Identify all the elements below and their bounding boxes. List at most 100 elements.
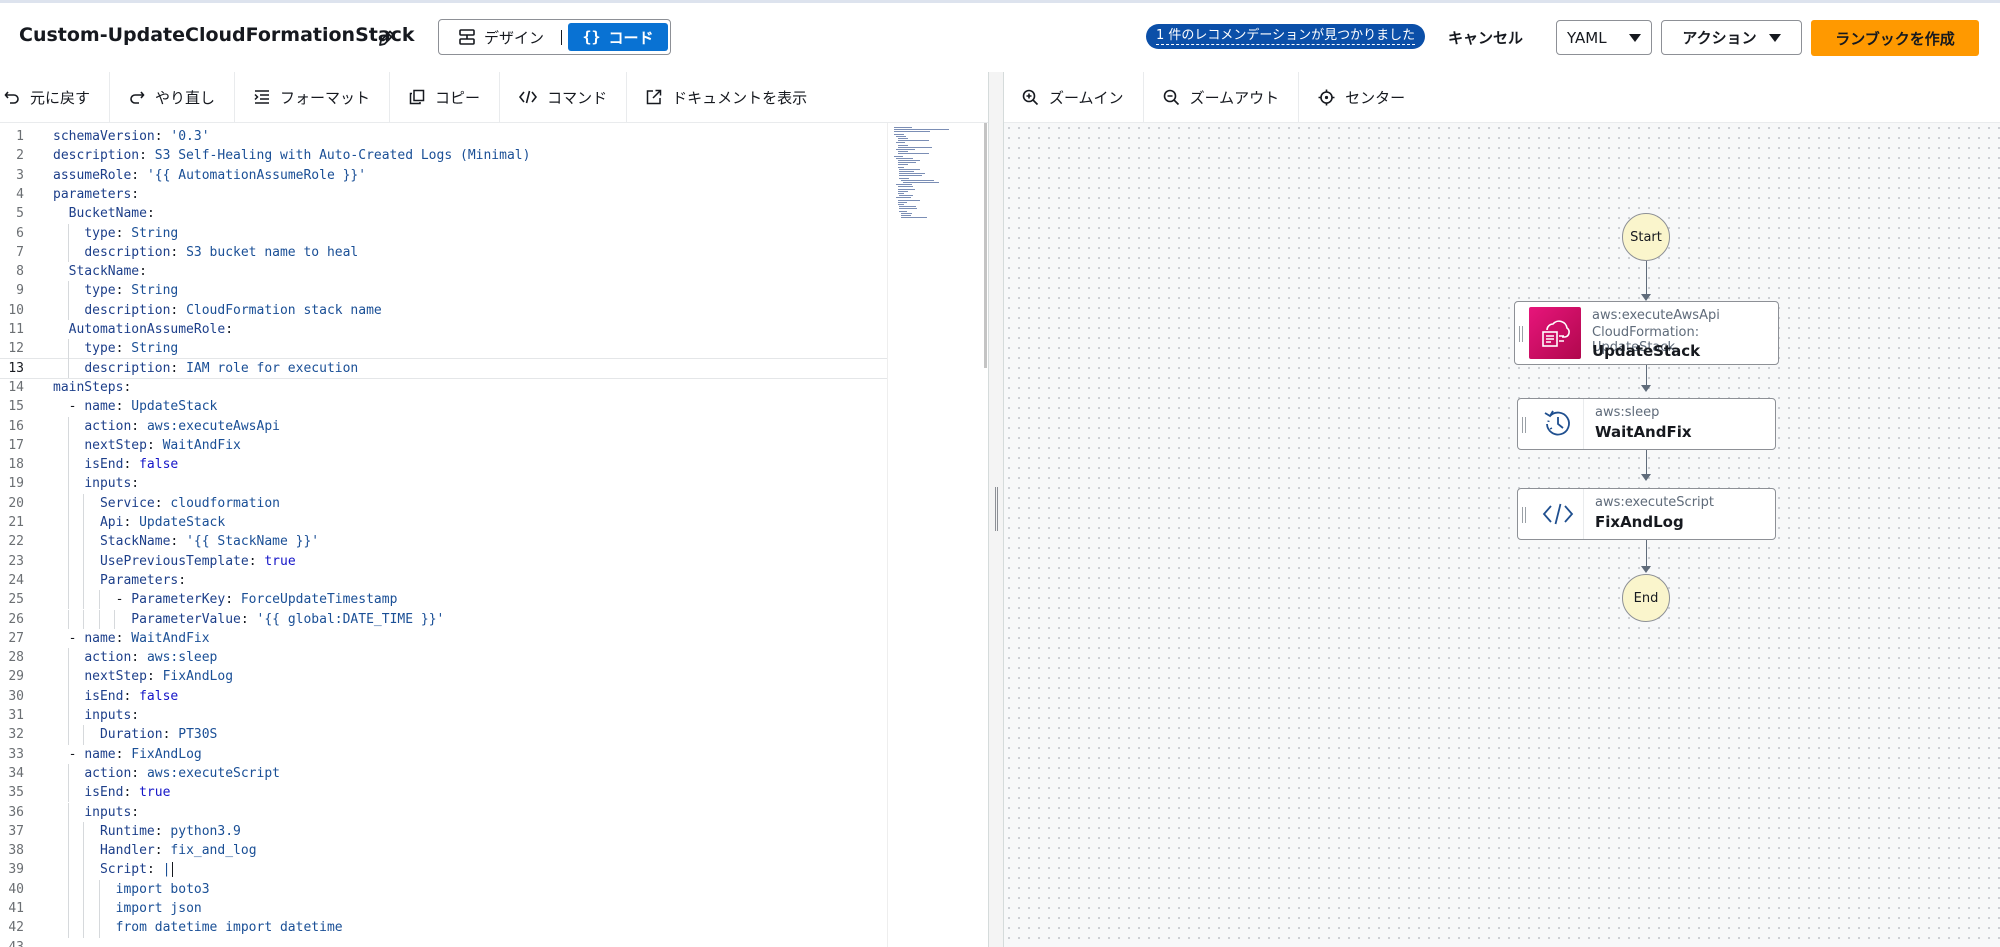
indent-guide <box>67 725 69 745</box>
code-line[interactable]: from datetime import datetime <box>53 918 343 937</box>
code-token: '{{ AutomationAssumeRole }}' <box>146 167 367 183</box>
recommendation-badge[interactable]: 1 件のレコメンデーションが見つかりました <box>1146 24 1426 49</box>
code-line[interactable]: - name: UpdateStack <box>53 397 218 416</box>
start-node[interactable]: Start <box>1622 213 1670 261</box>
code-line[interactable]: description: S3 bucket name to heal <box>53 243 358 262</box>
redo-button[interactable]: やり直し <box>110 71 236 123</box>
drag-handle-icon[interactable] <box>1522 417 1526 433</box>
line-number: 29 <box>8 669 24 685</box>
code-line[interactable]: nextStep: WaitAndFix <box>53 436 241 455</box>
code-minimap[interactable] <box>887 123 987 947</box>
code-line[interactable]: - ParameterKey: ForceUpdateTimestamp <box>53 590 398 609</box>
code-line[interactable]: description: CloudFormation stack name <box>53 301 381 320</box>
code-token: : <box>131 765 147 781</box>
actions-dropdown[interactable]: アクション <box>1661 20 1802 55</box>
arrow-down-icon <box>1641 566 1651 573</box>
minimap-line <box>899 177 910 179</box>
yaml-code-area[interactable]: schemaVersion: '0.3' description: S3 Self… <box>53 123 887 947</box>
indent-guide <box>98 899 100 919</box>
code-line[interactable]: ParameterValue: '{{ global:DATE_TIME }}' <box>53 610 444 629</box>
redo-label: やり直し <box>155 88 216 107</box>
code-token: : <box>115 746 132 762</box>
code-line[interactable]: Script: | <box>53 860 170 879</box>
code-line[interactable]: inputs: <box>53 474 139 493</box>
code-line[interactable]: UsePreviousTemplate: true <box>53 552 296 571</box>
line-number: 16 <box>8 418 24 434</box>
code-token: : <box>154 843 171 859</box>
code-line[interactable]: Duration: PT30S <box>53 725 217 744</box>
splitter-grip-icon[interactable] <box>995 487 998 531</box>
zoom-in-button[interactable]: ズームイン <box>1004 71 1144 123</box>
view-docs-button[interactable]: ドキュメントを表示 <box>627 72 826 123</box>
code-line[interactable]: parameters: <box>53 185 139 204</box>
code-line[interactable]: isEnd: false <box>53 455 178 474</box>
code-line[interactable]: assumeRole: '{{ AutomationAssumeRole }}' <box>53 166 366 185</box>
code-line[interactable]: isEnd: false <box>53 687 178 706</box>
command-button[interactable]: コマンド <box>500 71 628 123</box>
copy-button[interactable]: コピー <box>390 71 501 123</box>
code-line[interactable]: description: IAM role for execution <box>53 359 358 378</box>
code-line[interactable]: StackName: '{{ StackName }}' <box>53 532 319 551</box>
indent-guide <box>83 841 85 861</box>
code-line[interactable]: type: String <box>53 339 178 358</box>
code-line[interactable]: type: String <box>53 281 178 300</box>
step-node-updatestack[interactable]: aws:executeAwsApi CloudFormation: Update… <box>1514 301 1779 365</box>
center-button[interactable]: センター <box>1299 72 1424 123</box>
code-line[interactable]: inputs: <box>53 803 139 822</box>
indent-guide <box>67 763 69 784</box>
code-line[interactable]: schemaVersion: '0.3' <box>53 127 210 146</box>
code-line[interactable]: type: String <box>53 224 178 243</box>
code-line[interactable]: Parameters: <box>53 571 186 590</box>
code-line[interactable]: mainSteps: <box>53 378 131 397</box>
code-line[interactable]: action: aws:executeScript <box>53 764 280 783</box>
code-line[interactable]: StackName: <box>53 262 147 281</box>
code-line[interactable]: import boto3 <box>53 880 210 899</box>
code-editor[interactable]: 1 2 3 4 5 6 7 8 9 10 11 12 13 14 15 16 17 18 19 20 21 22 23 24 2… <box>0 123 987 947</box>
code-line[interactable]: AutomationAssumeRole: <box>53 320 233 339</box>
indent-guide <box>67 339 69 359</box>
line-number: 24 <box>8 572 24 588</box>
undo-button[interactable]: 元に戻す <box>0 71 111 123</box>
step-node-waitandfix[interactable]: aws:sleep WaitAndFix <box>1517 398 1776 450</box>
code-line[interactable]: inputs: <box>53 706 139 725</box>
minimap-line <box>895 197 912 199</box>
code-line[interactable]: action: aws:executeAwsApi <box>53 417 280 436</box>
code-line[interactable]: BucketName: <box>53 204 155 223</box>
cancel-button[interactable]: キャンセル <box>1448 27 1523 48</box>
code-line[interactable]: action: aws:sleep <box>53 648 217 667</box>
zoom-out-button[interactable]: ズームアウト <box>1144 71 1300 123</box>
drag-handle-icon[interactable] <box>1519 326 1523 342</box>
end-node[interactable]: End <box>1622 574 1670 622</box>
code-token: : <box>131 167 147 183</box>
code-line[interactable]: Service: cloudformation <box>53 494 280 513</box>
design-mode-button[interactable]: デザイン <box>441 22 561 52</box>
format-button[interactable]: フォーマット <box>235 71 391 123</box>
code-line[interactable]: isEnd: true <box>53 783 170 802</box>
code-token: : <box>225 592 241 608</box>
code-token: : <box>131 186 140 202</box>
code-line[interactable]: - name: WaitAndFix <box>53 629 210 648</box>
step-node-fixandlog[interactable]: aws:executeScript FixAndLog <box>1517 488 1776 540</box>
workflow-diagram-canvas[interactable]: Start aws:executeAwsApi CloudFormation: … <box>1004 123 2000 947</box>
pencil-edit-icon[interactable] <box>377 28 397 48</box>
code-line[interactable]: Api: UpdateStack <box>53 513 225 532</box>
code-token: | <box>162 862 171 878</box>
code-mode-button[interactable]: {} コード <box>568 23 668 51</box>
format-select[interactable]: YAML <box>1556 20 1652 55</box>
code-line[interactable]: - name: FixAndLog <box>53 745 202 764</box>
code-line[interactable]: description: S3 Self-Healing with Auto-C… <box>53 146 530 165</box>
editor-scrollbar-thumb[interactable] <box>984 123 987 368</box>
create-runbook-button[interactable]: ランブックを作成 <box>1811 20 1979 56</box>
code-token: WaitAndFix <box>131 630 210 646</box>
drag-handle-icon[interactable] <box>1522 507 1526 523</box>
code-line[interactable]: nextStep: FixAndLog <box>53 667 233 686</box>
code-line[interactable]: Runtime: python3.9 <box>53 822 241 841</box>
code-line[interactable]: import json <box>53 899 202 918</box>
code-token: name <box>84 399 116 415</box>
mode-toggle: デザイン {} コード <box>438 19 671 55</box>
step-name: UpdateStack <box>1592 342 1701 360</box>
pane-splitter[interactable] <box>988 72 1004 947</box>
